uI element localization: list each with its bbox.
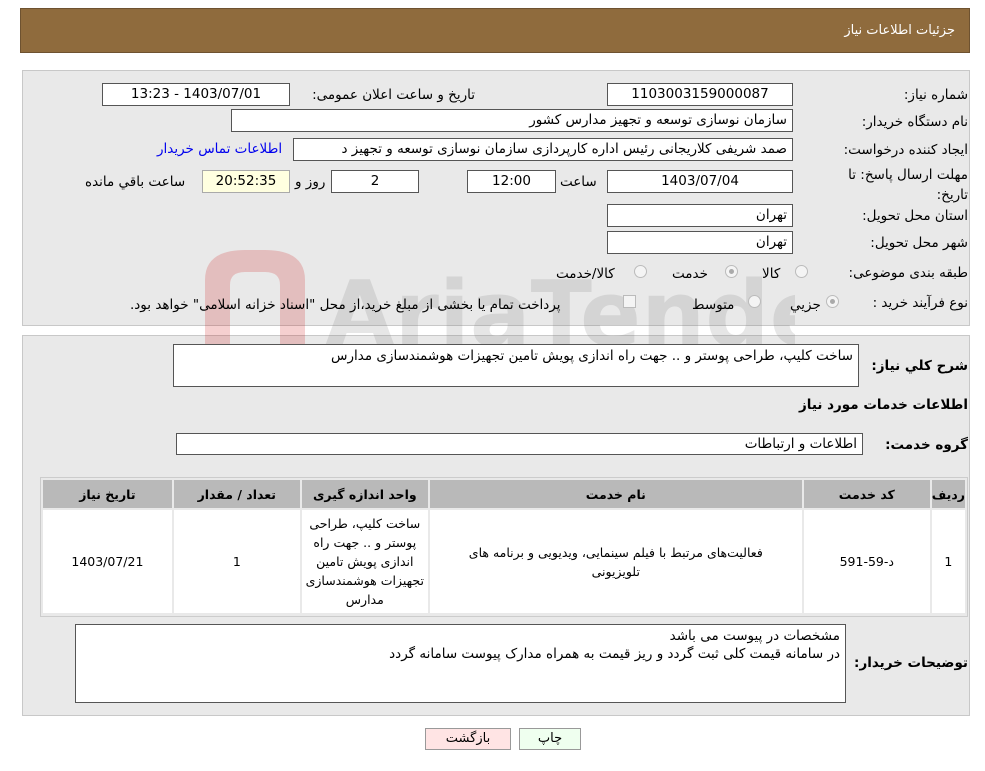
buyer-notes-textarea[interactable]: مشخصات در پیوست می باشد در سامانه قیمت ک… — [75, 624, 846, 703]
city-field: تهران — [607, 231, 793, 254]
notes-line-1: مشخصات در پیوست می باشد — [669, 628, 840, 644]
category-radio-goods-service[interactable] — [634, 265, 647, 278]
category-radio-goods[interactable] — [795, 265, 808, 278]
process-radio-minor[interactable] — [826, 295, 839, 308]
page-header: جزئیات اطلاعات نیاز — [20, 8, 970, 53]
days-label: روز و — [295, 174, 326, 190]
days-field: 2 — [331, 170, 419, 193]
deadline-label: مهلت ارسال پاسخ: تا تاریخ: — [848, 167, 968, 203]
deadline-time-field: 12:00 — [467, 170, 556, 193]
col-row: ردیف — [929, 478, 968, 510]
cell-qty: 1 — [171, 508, 302, 615]
section-title: اطلاعات خدمات مورد نیاز — [798, 397, 968, 413]
print-button[interactable]: چاپ — [519, 728, 581, 750]
service-group-label: گروه خدمت: — [885, 437, 968, 453]
buyer-field: سازمان نوسازی توسعه و تجهیز مدارس کشور — [231, 109, 793, 132]
process-option-minor: جزيي — [790, 297, 821, 313]
category-option-goods-service: کالا/خدمت — [556, 266, 615, 282]
service-group-field: اطلاعات و ارتباطات — [176, 433, 863, 455]
back-button[interactable]: بازگشت — [425, 728, 511, 750]
services-table: ردیف کد خدمت نام خدمت واحد اندازه گیری ت… — [41, 478, 968, 615]
requester-field: صمد شریفی کلاریجانی رئیس اداره کارپردازی… — [293, 138, 793, 161]
table-row: 1 د-59-591 فعالیت‌های مرتبط با فیلم سینم… — [41, 508, 968, 615]
need-number-field: 1103003159000087 — [607, 83, 793, 106]
description-label: شرح کلي نياز: — [871, 358, 968, 374]
notes-line-2: در سامانه قیمت کلی ثبت گردد و ریز قیمت ب… — [389, 646, 840, 662]
process-radio-medium[interactable] — [748, 295, 761, 308]
contact-buyer-link[interactable]: اطلاعات تماس خریدار — [157, 141, 282, 157]
remaining-time-field: 20:52:35 — [202, 170, 290, 193]
buyer-notes-label: توضیحات خریدار: — [854, 655, 968, 671]
category-label: طبقه بندی موضوعی: — [848, 265, 968, 281]
category-option-goods: کالا — [762, 266, 781, 282]
deadline-date-field: 1403/07/04 — [607, 170, 793, 193]
announce-label: تاریخ و ساعت اعلان عمومی: — [312, 87, 475, 103]
city-label: شهر محل تحویل: — [870, 235, 968, 251]
process-note: پرداخت تمام یا بخشی از مبلغ خرید،از محل … — [130, 297, 561, 313]
cell-unit: ساخت کلیپ، طراحی پوستر و .. جهت راه اندا… — [299, 508, 430, 615]
category-radio-service[interactable] — [725, 265, 738, 278]
cell-code: د-59-591 — [801, 508, 932, 615]
col-unit: واحد اندازه گیری — [299, 478, 430, 510]
treasury-checkbox[interactable] — [623, 295, 636, 308]
services-table-wrap: ردیف کد خدمت نام خدمت واحد اندازه گیری ت… — [40, 477, 968, 617]
requester-label: ایجاد کننده درخواست: — [843, 142, 968, 158]
col-name: نام خدمت — [427, 478, 804, 510]
col-code: کد خدمت — [801, 478, 932, 510]
province-label: استان محل تحویل: — [862, 208, 968, 224]
col-qty: تعداد / مقدار — [171, 478, 302, 510]
process-option-medium: متوسط — [692, 297, 735, 313]
process-label: نوع فرآیند خرید : — [872, 295, 968, 311]
buyer-label: نام دستگاه خریدار: — [861, 114, 968, 130]
page-title: جزئیات اطلاعات نیاز — [844, 23, 955, 38]
announce-field: 1403/07/01 - 13:23 — [102, 83, 290, 106]
description-textarea[interactable]: ساخت کلیپ، طراحی پوستر و .. جهت راه اندا… — [173, 344, 859, 387]
province-field: تهران — [607, 204, 793, 227]
remaining-label: ساعت باقي مانده — [85, 174, 186, 190]
cell-date: 1403/07/21 — [41, 508, 174, 615]
col-date: تاریخ نیاز — [41, 478, 174, 510]
category-option-service: خدمت — [672, 266, 708, 282]
cell-name: فعالیت‌های مرتبط با فیلم سینمایی، ویدیوی… — [427, 508, 804, 615]
need-number-label: شماره نیاز: — [903, 87, 968, 103]
cell-row: 1 — [929, 508, 968, 615]
time-label: ساعت — [560, 174, 597, 190]
